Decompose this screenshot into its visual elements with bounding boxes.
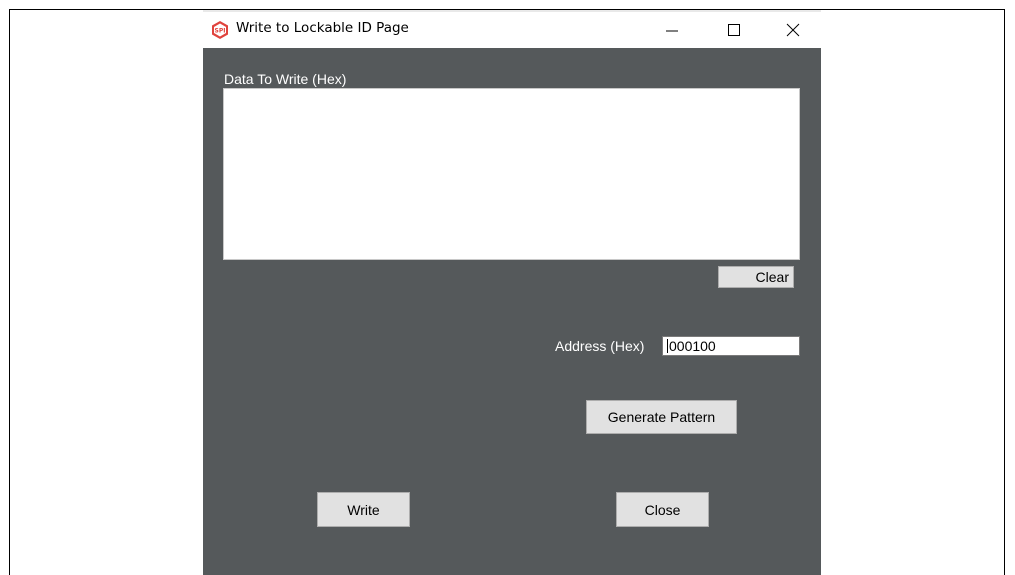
minimize-icon — [666, 30, 678, 32]
minimize-button[interactable] — [653, 15, 691, 45]
svg-text:SPI: SPI — [215, 28, 226, 35]
close-icon — [786, 23, 800, 37]
maximize-icon — [728, 24, 740, 36]
dialog-window: SPI Write to Lockable ID Page Data To Wr… — [203, 10, 821, 575]
address-input[interactable]: 000100 — [662, 336, 800, 356]
title-bar-top-border — [203, 10, 821, 12]
address-input-value: 000100 — [669, 338, 716, 354]
window-title: Write to Lockable ID Page — [236, 20, 409, 36]
generate-pattern-button[interactable]: Generate Pattern — [586, 400, 737, 434]
data-to-write-textarea[interactable] — [223, 88, 800, 260]
title-bar[interactable]: SPI Write to Lockable ID Page — [203, 10, 821, 48]
dialog-client-area: Data To Write (Hex) Clear Address (Hex) … — [203, 48, 821, 575]
clear-button[interactable]: Clear — [718, 266, 794, 288]
close-window-button[interactable] — [774, 15, 812, 45]
spi-hexagon-icon: SPI — [210, 20, 230, 40]
maximize-button[interactable] — [715, 15, 753, 45]
text-caret — [667, 339, 668, 353]
address-label: Address (Hex) — [555, 338, 645, 354]
data-to-write-label: Data To Write (Hex) — [224, 71, 347, 87]
close-button[interactable]: Close — [616, 492, 709, 527]
write-button[interactable]: Write — [317, 492, 410, 527]
